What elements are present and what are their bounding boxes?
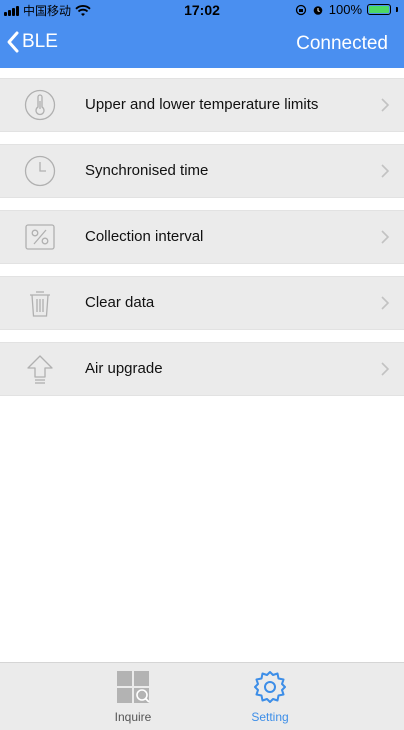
settings-list: Upper and lower temperature limits Synch…	[0, 68, 404, 662]
clock-icon	[24, 155, 56, 187]
trash-icon	[30, 291, 50, 317]
connection-status: Connected	[296, 33, 388, 54]
thermometer-icon	[24, 89, 56, 121]
rotation-lock-icon	[295, 4, 306, 15]
status-bar: 中国移动 17:02 100%	[0, 0, 404, 20]
inquire-grid-icon	[117, 671, 150, 703]
status-right: 100%	[295, 2, 398, 17]
tab-inquire[interactable]: Inquire	[93, 667, 173, 727]
chevron-right-icon	[381, 98, 390, 112]
nav-bar: BLE Connected	[0, 20, 404, 68]
chevron-left-icon	[7, 31, 19, 53]
setting-row-temperature-limits[interactable]: Upper and lower temperature limits	[0, 78, 404, 132]
chevron-right-icon	[381, 296, 390, 310]
tab-label: Inquire	[114, 710, 152, 724]
setting-label: Upper and lower temperature limits	[85, 96, 319, 113]
setting-label: Clear data	[85, 294, 155, 311]
setting-label: Collection interval	[85, 228, 204, 245]
alarm-icon	[313, 5, 323, 15]
setting-row-air-upgrade[interactable]: Air upgrade	[0, 342, 404, 396]
upgrade-arrow-icon	[27, 355, 53, 384]
setting-label: Synchronised time	[85, 162, 209, 179]
battery-tip	[396, 7, 398, 12]
back-label: BLE	[22, 31, 58, 52]
back-button[interactable]: BLE	[6, 30, 58, 54]
chevron-right-icon	[381, 362, 390, 376]
chevron-right-icon	[381, 230, 390, 244]
setting-row-clear-data[interactable]: Clear data	[0, 276, 404, 330]
battery-icon	[367, 4, 391, 15]
setting-label: Air upgrade	[85, 360, 163, 377]
tab-label: Setting	[251, 710, 289, 724]
setting-row-synchronised-time[interactable]: Synchronised time	[0, 144, 404, 198]
tab-setting[interactable]: Setting	[230, 667, 310, 727]
battery-percent: 100%	[328, 2, 362, 17]
gear-icon	[254, 671, 286, 703]
setting-row-collection-interval[interactable]: Collection interval	[0, 210, 404, 264]
tab-bar: Inquire Setting	[0, 662, 404, 730]
percent-icon	[25, 224, 55, 250]
chevron-right-icon	[381, 164, 390, 178]
